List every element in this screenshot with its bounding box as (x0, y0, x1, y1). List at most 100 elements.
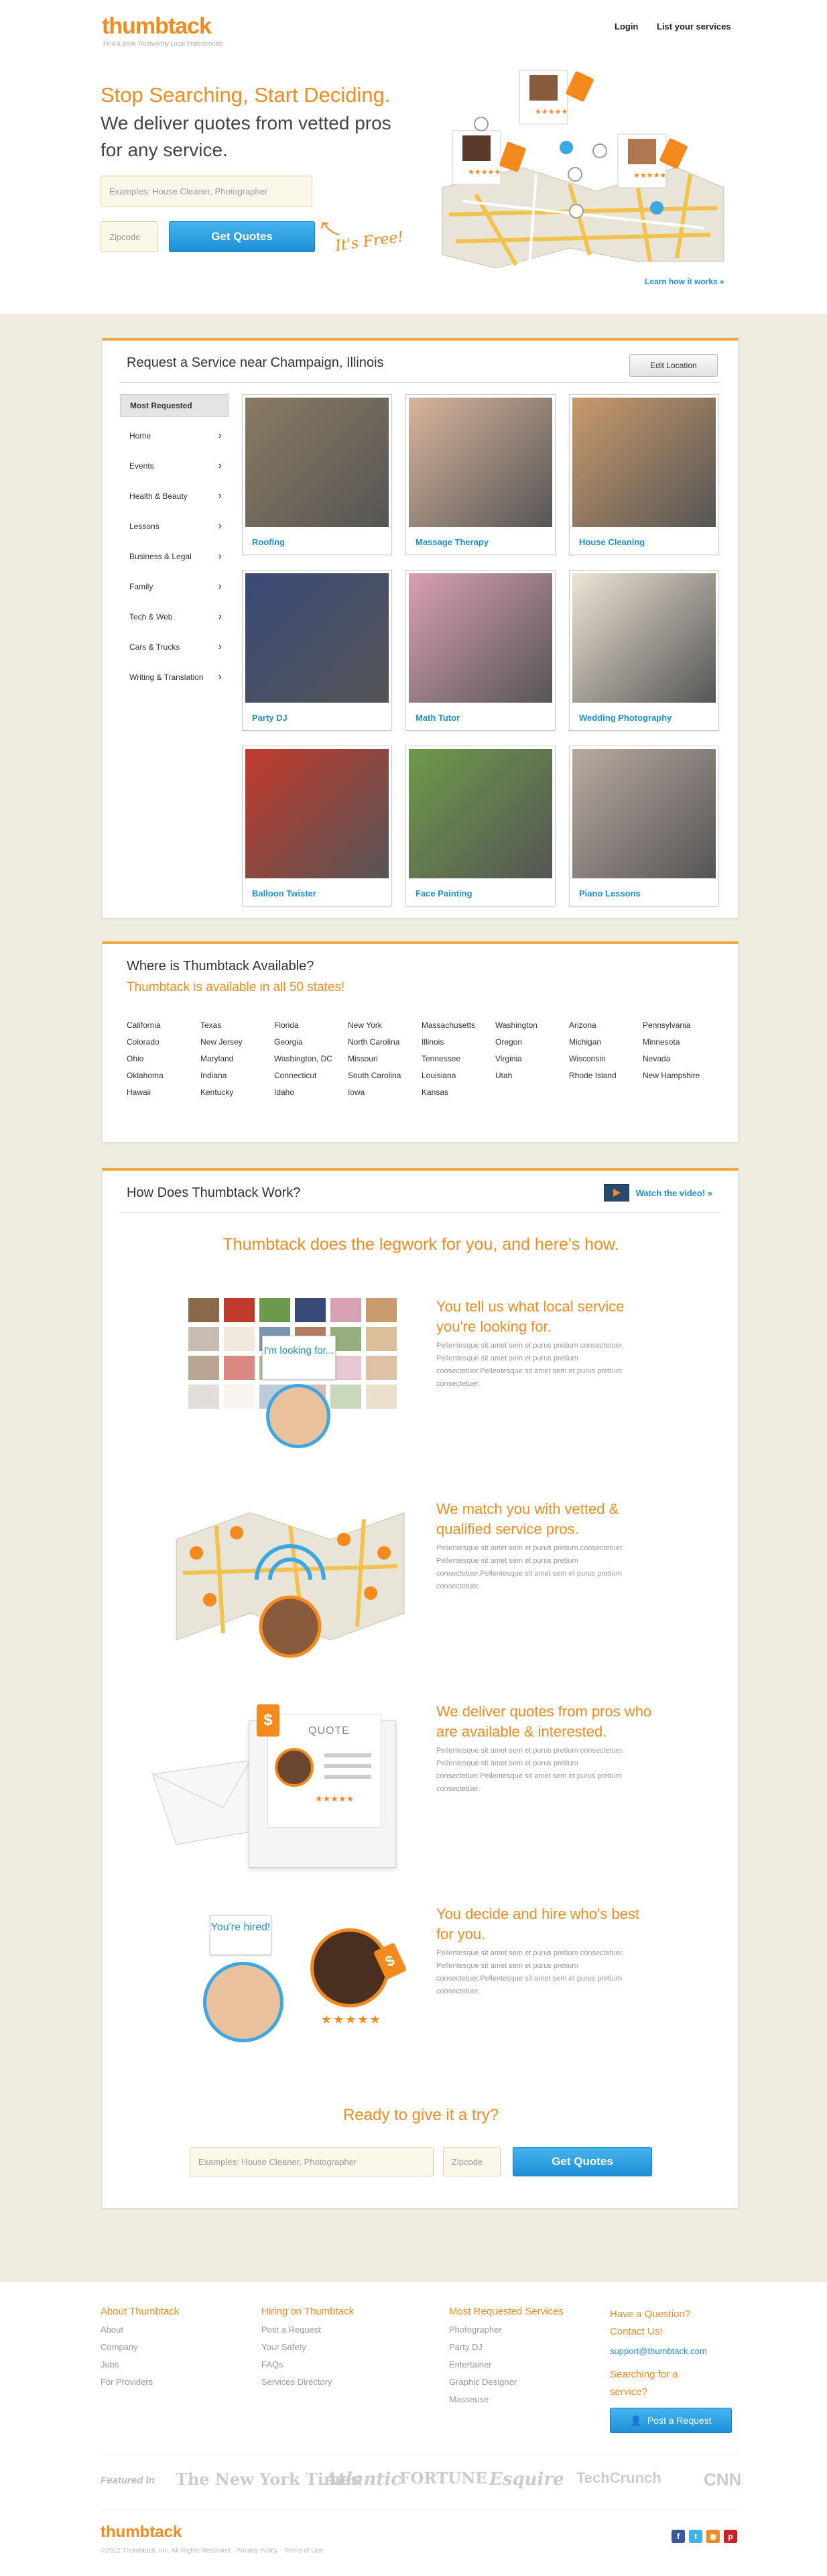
state-link[interactable]: Nevada (643, 1054, 670, 1063)
sidebar-item[interactable]: Writing & Translation › (120, 666, 229, 689)
state-link[interactable]: New Hampshire (643, 1071, 700, 1080)
sidebar-item[interactable]: Events › (120, 455, 229, 477)
footer-link[interactable]: Jobs (101, 2359, 119, 2369)
state-link[interactable]: Hawaii (127, 1088, 151, 1097)
state-link[interactable]: Tennessee (422, 1054, 460, 1063)
state-link[interactable]: South Carolina (348, 1071, 401, 1080)
state-link[interactable]: Arizona (569, 1020, 596, 1030)
watch-video-link[interactable]: Watch the video! » (603, 1184, 712, 1202)
state-link[interactable]: North Carolina (348, 1037, 399, 1047)
footer-logo[interactable]: thumbtack (101, 2523, 182, 2542)
facebook-icon[interactable]: f (672, 2530, 685, 2543)
service-input[interactable]: Examples: House Cleaner, Photographer (101, 176, 312, 207)
state-link[interactable]: New Jersey (200, 1037, 243, 1047)
state-link[interactable]: Pennsylvania (643, 1020, 690, 1030)
sidebar-item[interactable]: Health & Beauty › (120, 485, 229, 508)
state-link[interactable]: Ohio (127, 1054, 143, 1063)
state-link[interactable]: Massachusetts (422, 1020, 475, 1030)
footer-link[interactable]: Entertainer (449, 2359, 492, 2369)
rating-stars-icon: ★★★★★ (321, 2013, 382, 2026)
footer-link[interactable]: Services Directory (261, 2377, 332, 2387)
state-link[interactable]: Louisiana (422, 1071, 456, 1080)
chevron-right-icon: › (218, 611, 222, 622)
state-link[interactable]: New York (348, 1020, 382, 1030)
footer-link[interactable]: Masseuse (449, 2394, 489, 2404)
zip-input[interactable]: Zipcode (101, 221, 158, 252)
photo-thumb (295, 1298, 326, 1322)
state-link[interactable]: Washington (495, 1020, 537, 1030)
state-link[interactable]: Iowa (348, 1088, 365, 1097)
service-tile-label: House Cleaning (579, 537, 645, 547)
footer-link[interactable]: Graphic Designer (449, 2377, 517, 2387)
state-link[interactable]: Connecticut (274, 1071, 316, 1080)
service-tile[interactable]: House Cleaning (569, 394, 719, 555)
state-link[interactable]: Michigan (569, 1037, 601, 1047)
state-link[interactable]: Georgia (274, 1037, 303, 1047)
rss-icon[interactable]: ◉ (706, 2530, 720, 2543)
service-tile[interactable]: Piano Lessons (569, 746, 719, 906)
footer-link[interactable]: Party DJ (449, 2342, 483, 2352)
privacy-link[interactable]: Privacy Policy (236, 2547, 277, 2555)
terms-link[interactable]: Terms of Use (283, 2547, 323, 2555)
footer-link[interactable]: Post a Request (261, 2325, 321, 2335)
state-link[interactable]: Virginia (495, 1054, 522, 1063)
edit-location-button[interactable]: Edit Location (629, 354, 718, 377)
zip-input[interactable]: Zipcode (443, 2147, 501, 2176)
state-link[interactable]: Kentucky (200, 1088, 233, 1097)
contact-heading: Have a Question? Contact Us! (610, 2308, 691, 2337)
photo-thumb (224, 1385, 255, 1409)
state-link[interactable]: Minnesota (643, 1037, 680, 1047)
service-tile[interactable]: Roofing (242, 394, 392, 555)
state-link[interactable]: Idaho (274, 1088, 294, 1097)
footer-link[interactable]: About (101, 2325, 123, 2335)
logo[interactable]: thumbtack (102, 13, 212, 40)
state-link[interactable]: Maryland (200, 1054, 233, 1063)
state-link[interactable]: Colorado (127, 1037, 160, 1047)
learn-how-link[interactable]: Learn how it works » (645, 277, 724, 286)
post-request-button[interactable]: 👤 Post a Request (610, 2408, 732, 2433)
sidebar-item[interactable]: Business & Legal › (120, 545, 229, 568)
state-link[interactable]: Missouri (348, 1054, 378, 1063)
service-tile[interactable]: Face Painting (405, 746, 556, 906)
get-quotes-button[interactable]: Get Quotes (169, 221, 315, 252)
twitter-icon[interactable]: t (689, 2530, 702, 2543)
state-link[interactable]: Kansas (422, 1088, 448, 1097)
state-link[interactable]: Washington, DC (274, 1054, 332, 1063)
footer-link[interactable]: Company (101, 2342, 138, 2352)
login-link[interactable]: Login (615, 21, 638, 32)
footer-link[interactable]: For Providers (101, 2377, 153, 2387)
state-link[interactable]: Oregon (495, 1037, 522, 1047)
step-title: You decide and hire who's best for you. (436, 1906, 640, 1942)
sidebar-item[interactable]: Most Requested (120, 394, 229, 417)
state-link[interactable]: Oklahoma (127, 1071, 164, 1080)
service-tile[interactable]: Wedding Photography (569, 570, 719, 731)
how-tagline: Thumbtack does the legwork for you, and … (222, 1235, 619, 1254)
sidebar-item[interactable]: Tech & Web › (120, 605, 229, 628)
support-email-link[interactable]: support@thumbtack.com (610, 2346, 707, 2356)
pinterest-icon[interactable]: p (724, 2530, 737, 2543)
state-link[interactable]: Rhode Island (569, 1071, 617, 1080)
state-link[interactable]: Illinois (422, 1037, 444, 1047)
service-tile[interactable]: Party DJ (242, 570, 392, 731)
chevron-right-icon: › (218, 490, 222, 502)
sidebar-item[interactable]: Lessons › (120, 515, 229, 538)
footer-link[interactable]: Photographer (449, 2325, 502, 2335)
state-link[interactable]: Utah (495, 1071, 512, 1080)
sidebar-item[interactable]: Home › (120, 424, 229, 447)
state-link[interactable]: Wisconsin (569, 1054, 606, 1063)
state-link[interactable]: Florida (274, 1020, 299, 1030)
state-link[interactable]: Indiana (200, 1071, 227, 1080)
footer-link[interactable]: FAQs (261, 2359, 283, 2369)
list-services-link[interactable]: List your services (657, 21, 731, 32)
service-input[interactable]: Examples: House Cleaner, Photographer (190, 2147, 434, 2176)
how-title: How Does Thumbtack Work? (127, 1185, 301, 1200)
footer-link[interactable]: Your Safety (261, 2342, 306, 2352)
get-quotes-button[interactable]: Get Quotes (513, 2147, 652, 2176)
service-tile[interactable]: Massage Therapy (405, 394, 556, 555)
sidebar-item[interactable]: Cars & Trucks › (120, 636, 229, 658)
service-tile[interactable]: Math Tutor (405, 570, 556, 731)
state-link[interactable]: Texas (200, 1020, 221, 1030)
sidebar-item[interactable]: Family › (120, 575, 229, 598)
state-link[interactable]: California (127, 1020, 161, 1030)
service-tile[interactable]: Balloon Twister (242, 746, 392, 906)
